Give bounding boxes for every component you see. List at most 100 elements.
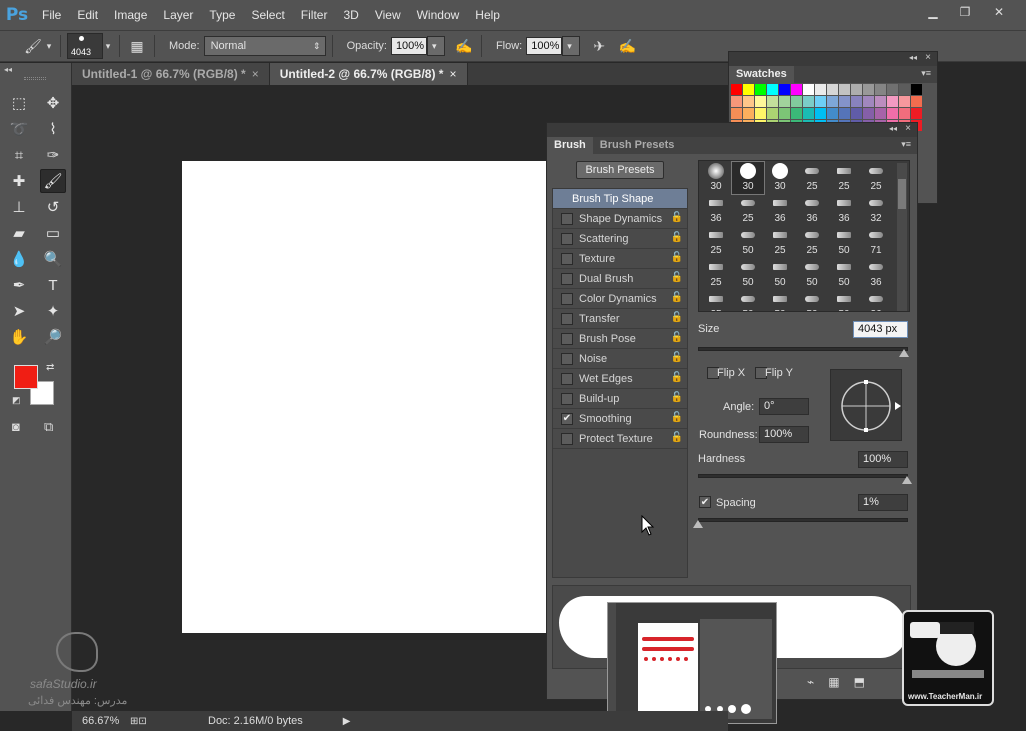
brush-tip[interactable]: 25 [764,226,796,258]
swatch-cell[interactable] [767,108,778,119]
option-checkbox[interactable] [561,332,573,345]
brush-option-smoothing[interactable]: ✔ Smoothing 🔓 [553,409,687,429]
swatch-cell[interactable] [767,84,778,95]
swatch-cell[interactable] [899,96,910,107]
minimize-icon[interactable]: ▁ [918,2,948,22]
option-checkbox[interactable] [561,352,573,365]
brush-option-texture[interactable]: Texture 🔓 [553,249,687,269]
menu-filter[interactable]: Filter [293,0,336,30]
swatch-cell[interactable] [911,108,922,119]
history-brush-tool-icon[interactable]: ↺ [40,195,66,219]
type-tool-icon[interactable]: T [40,273,66,297]
flow-dropdown-icon[interactable]: ▾ [562,36,581,56]
brush-option-scattering[interactable]: Scattering 🔓 [553,229,687,249]
brush-option-wet-edges[interactable]: Wet Edges 🔓 [553,369,687,389]
swatch-cell[interactable] [827,84,838,95]
swatch-cell[interactable] [815,84,826,95]
tab-brush-presets[interactable]: Brush Presets [592,137,682,154]
close-tab-icon[interactable]: × [449,67,456,81]
brush-tip[interactable]: 36 [828,194,860,226]
menu-help[interactable]: Help [467,0,508,30]
brush-tip[interactable]: 36 [860,290,892,311]
close-tab-icon[interactable]: × [252,67,259,81]
brush-tip[interactable]: 25 [732,194,764,226]
swatch-cell[interactable] [875,84,886,95]
brush-tip[interactable]: 50 [732,290,764,311]
pen-tool-icon[interactable]: ✒ [6,273,32,297]
spacing-checkbox[interactable]: ✔ [699,496,711,508]
restore-icon[interactable]: ❐ [950,2,980,22]
grip-icon[interactable] [24,77,46,80]
option-checkbox[interactable] [561,312,573,325]
option-checkbox[interactable] [561,432,573,445]
hardness-slider-knob[interactable] [902,476,912,484]
tab-untitled-2[interactable]: Untitled-2 @ 66.7% (RGB/8) * × [269,63,468,85]
brush-tip[interactable]: 25 [860,162,892,194]
brush-tip[interactable]: 71 [860,226,892,258]
size-slider[interactable] [698,347,908,351]
swatch-cell[interactable] [791,108,802,119]
swatch-cell[interactable] [851,96,862,107]
brush-tip[interactable]: 30 [700,162,732,194]
close-window-icon[interactable]: ✕ [984,2,1014,22]
brush-tip[interactable]: 36 [700,194,732,226]
swatch-cell[interactable] [899,108,910,119]
option-checkbox[interactable] [561,392,573,405]
brush-tip[interactable]: 50 [828,226,860,258]
close-panel-icon[interactable]: × [905,123,911,134]
chevron-down-icon[interactable]: ▾ [44,35,54,57]
pressure-size-icon[interactable]: ✍ [616,35,638,57]
option-checkbox[interactable] [561,372,573,385]
swatch-cell[interactable] [731,96,742,107]
swatch-cell[interactable] [755,84,766,95]
menu-view[interactable]: View [367,0,409,30]
lock-icon[interactable]: 🔓 [671,352,683,363]
lock-icon[interactable]: 🔓 [671,312,683,323]
lock-icon[interactable]: 🔓 [671,412,683,423]
lock-icon[interactable]: 🔓 [671,332,683,343]
brush-tip[interactable]: 25 [828,162,860,194]
swatch-cell[interactable] [827,108,838,119]
status-menu-arrow-icon[interactable]: ▶ [343,716,351,727]
brush-tip[interactable]: 25 [796,226,828,258]
panel-menu-icon[interactable]: ▾≡ [901,139,911,150]
swatch-cell[interactable] [743,84,754,95]
swatch-cell[interactable] [791,96,802,107]
brush-tip[interactable]: 30 [731,161,765,195]
tab-untitled-1[interactable]: Untitled-1 @ 66.7% (RGB/8) * × [72,63,270,85]
swatch-cell[interactable] [815,108,826,119]
swatch-cell[interactable] [827,96,838,107]
option-checkbox[interactable] [561,272,573,285]
angle-field[interactable]: 0° [759,398,809,415]
chevron-down-icon[interactable]: ▾ [103,35,113,57]
brush-tip[interactable]: 50 [796,258,828,290]
collapse-panel-icon[interactable]: ◂◂ [4,65,12,74]
menu-file[interactable]: File [34,0,69,30]
swatch-cell[interactable] [839,108,850,119]
option-checkbox[interactable] [561,252,573,265]
menu-image[interactable]: Image [106,0,155,30]
swatch-cell[interactable] [767,96,778,107]
swatch-cell[interactable] [839,84,850,95]
clone-stamp-tool-icon[interactable]: ⊥ [6,195,32,219]
brush-tip[interactable]: 30 [764,162,796,194]
flow-field[interactable]: 100% [526,37,563,55]
menu-layer[interactable]: Layer [155,0,201,30]
swatch-cell[interactable] [743,108,754,119]
screen-mode-icon[interactable]: ⧉ [44,419,53,435]
menu-select[interactable]: Select [243,0,292,30]
brush-tip[interactable]: 50 [764,258,796,290]
lock-icon[interactable]: 🔓 [671,272,683,283]
healing-brush-tool-icon[interactable]: ✚ [6,169,32,193]
swatch-cell[interactable] [887,96,898,107]
scroll-thumb[interactable] [898,179,906,209]
menu-type[interactable]: Type [201,0,243,30]
default-colors-icon[interactable]: ◩ [12,395,21,406]
mode-select[interactable]: Normal ⇕ [203,36,326,56]
lock-icon[interactable]: 🔓 [671,372,683,383]
brush-tip[interactable]: 25 [700,226,732,258]
lock-icon[interactable]: 🔓 [671,292,683,303]
brush-option-shape-dynamics[interactable]: Shape Dynamics 🔓 [553,209,687,229]
tips-scrollbar[interactable] [897,163,907,311]
swatch-cell[interactable] [755,96,766,107]
